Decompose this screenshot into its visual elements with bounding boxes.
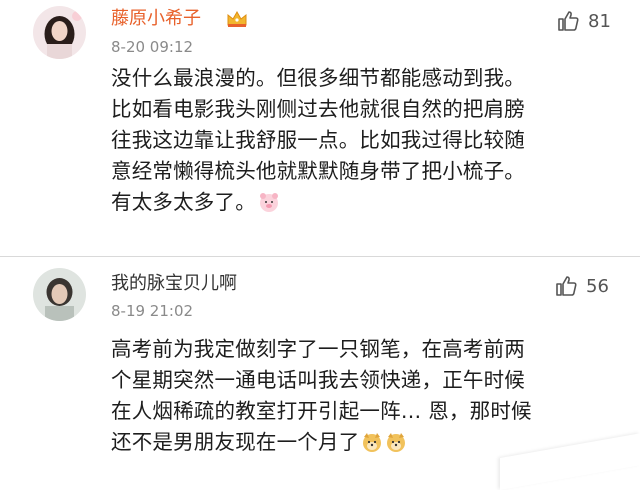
- like-count: 56: [586, 275, 609, 297]
- comment-line: 没什么最浪漫的。但很多细节都能感动到我。: [111, 66, 525, 90]
- avatar-image: [33, 6, 86, 59]
- comment-line: 在人烟稀疏的教室打开引起一阵… 恩，那时候: [111, 399, 532, 423]
- comment-text: 没什么最浪漫的。但很多细节都能感动到我。 比如看电影我头刚侧过去他就很自然的把肩…: [111, 63, 621, 218]
- like-count: 81: [588, 10, 611, 32]
- comment-line-text: 还不是男朋友现在一个月了: [111, 430, 360, 454]
- comment-text: 高考前为我定做刻字了一只钢笔，在高考前两 个星期突然一通电话叫我去领快递，正午时…: [111, 334, 621, 458]
- username[interactable]: 我的脉宝贝儿啊: [111, 273, 237, 295]
- comment-line: 个星期突然一通电话叫我去领快递，正午时候: [111, 368, 525, 392]
- comment-line: 意经常懒得梳头他就默默随身带了把小梳子。: [111, 159, 525, 183]
- timestamp: 8-19 21:02: [111, 302, 194, 320]
- like-button[interactable]: 56: [554, 273, 609, 299]
- pig-emoji: [258, 191, 280, 213]
- avatar[interactable]: [33, 268, 86, 321]
- username[interactable]: 藤原小希子: [111, 8, 201, 30]
- avatar[interactable]: [33, 6, 86, 59]
- comment-line-last: 有太多太多了。: [111, 187, 621, 218]
- thumbs-up-icon: [556, 9, 580, 33]
- comment-item: 藤原小希子 8-20 09:12 81 没什么最浪漫的。但很多细节都能感动到我。…: [0, 0, 640, 256]
- doge-emoji: [361, 431, 383, 453]
- crown-icon: [226, 10, 248, 28]
- timestamp: 8-20 09:12: [111, 38, 194, 56]
- comment-line: 往我这边靠让我舒服一点。比如我过得比较随: [111, 128, 525, 152]
- thumbs-up-icon: [554, 274, 578, 298]
- comment-line: 高考前为我定做刻字了一只钢笔，在高考前两: [111, 337, 525, 361]
- comment-line-text: 有太多太多了。: [111, 190, 256, 214]
- avatar-image: [33, 268, 86, 321]
- comment-line: 比如看电影我头刚侧过去他就很自然的把肩膀: [111, 97, 525, 121]
- doge-emoji: [385, 431, 407, 453]
- like-button[interactable]: 81: [556, 8, 611, 34]
